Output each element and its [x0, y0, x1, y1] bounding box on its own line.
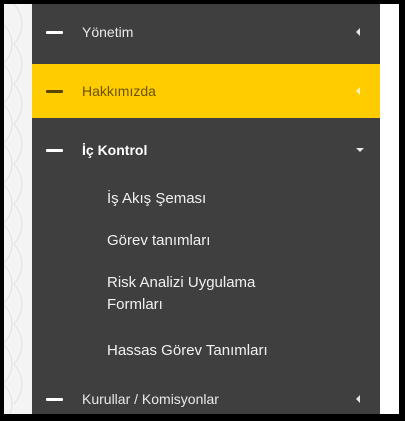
- submenu-item-hassas-gorev[interactable]: Hassas Görev Tanımları: [107, 340, 367, 362]
- chevron-left-icon: [356, 28, 360, 36]
- menu-item-kurullar[interactable]: Kurullar / Komisyonlar: [32, 374, 380, 414]
- dash-icon: [46, 30, 63, 34]
- submenu-item-is-akis-semasi[interactable]: İş Akış Şeması: [107, 188, 367, 210]
- dash-icon: [46, 148, 63, 152]
- submenu-item-gorev-tanimlari[interactable]: Görev tanımları: [107, 230, 367, 252]
- menu-item-label: Kurullar / Komisyonlar: [82, 391, 219, 407]
- menu-item-label: İç Kontrol: [82, 142, 148, 158]
- screenshot-frame: Yönetim Hakkımızda İç Kontrol İş Akış Şe…: [4, 4, 399, 414]
- menu-item-label: Hakkımızda: [82, 83, 156, 99]
- menu-item-hakkimizda[interactable]: Hakkımızda: [32, 64, 380, 118]
- menu-item-label: Yönetim: [82, 24, 134, 40]
- menu-item-yonetim[interactable]: Yönetim: [32, 4, 380, 60]
- menu-item-ic-kontrol[interactable]: İç Kontrol: [32, 122, 380, 178]
- dash-icon: [46, 89, 63, 93]
- chevron-left-icon: [356, 87, 360, 95]
- chevron-left-icon: [356, 395, 360, 403]
- right-margin: [380, 4, 399, 414]
- dash-icon: [46, 397, 63, 401]
- sidebar-menu: Yönetim Hakkımızda İç Kontrol İş Akış Şe…: [32, 4, 380, 414]
- submenu-item-risk-analizi[interactable]: Risk Analizi Uygulama Formları: [107, 272, 307, 316]
- chevron-down-icon: [356, 148, 364, 152]
